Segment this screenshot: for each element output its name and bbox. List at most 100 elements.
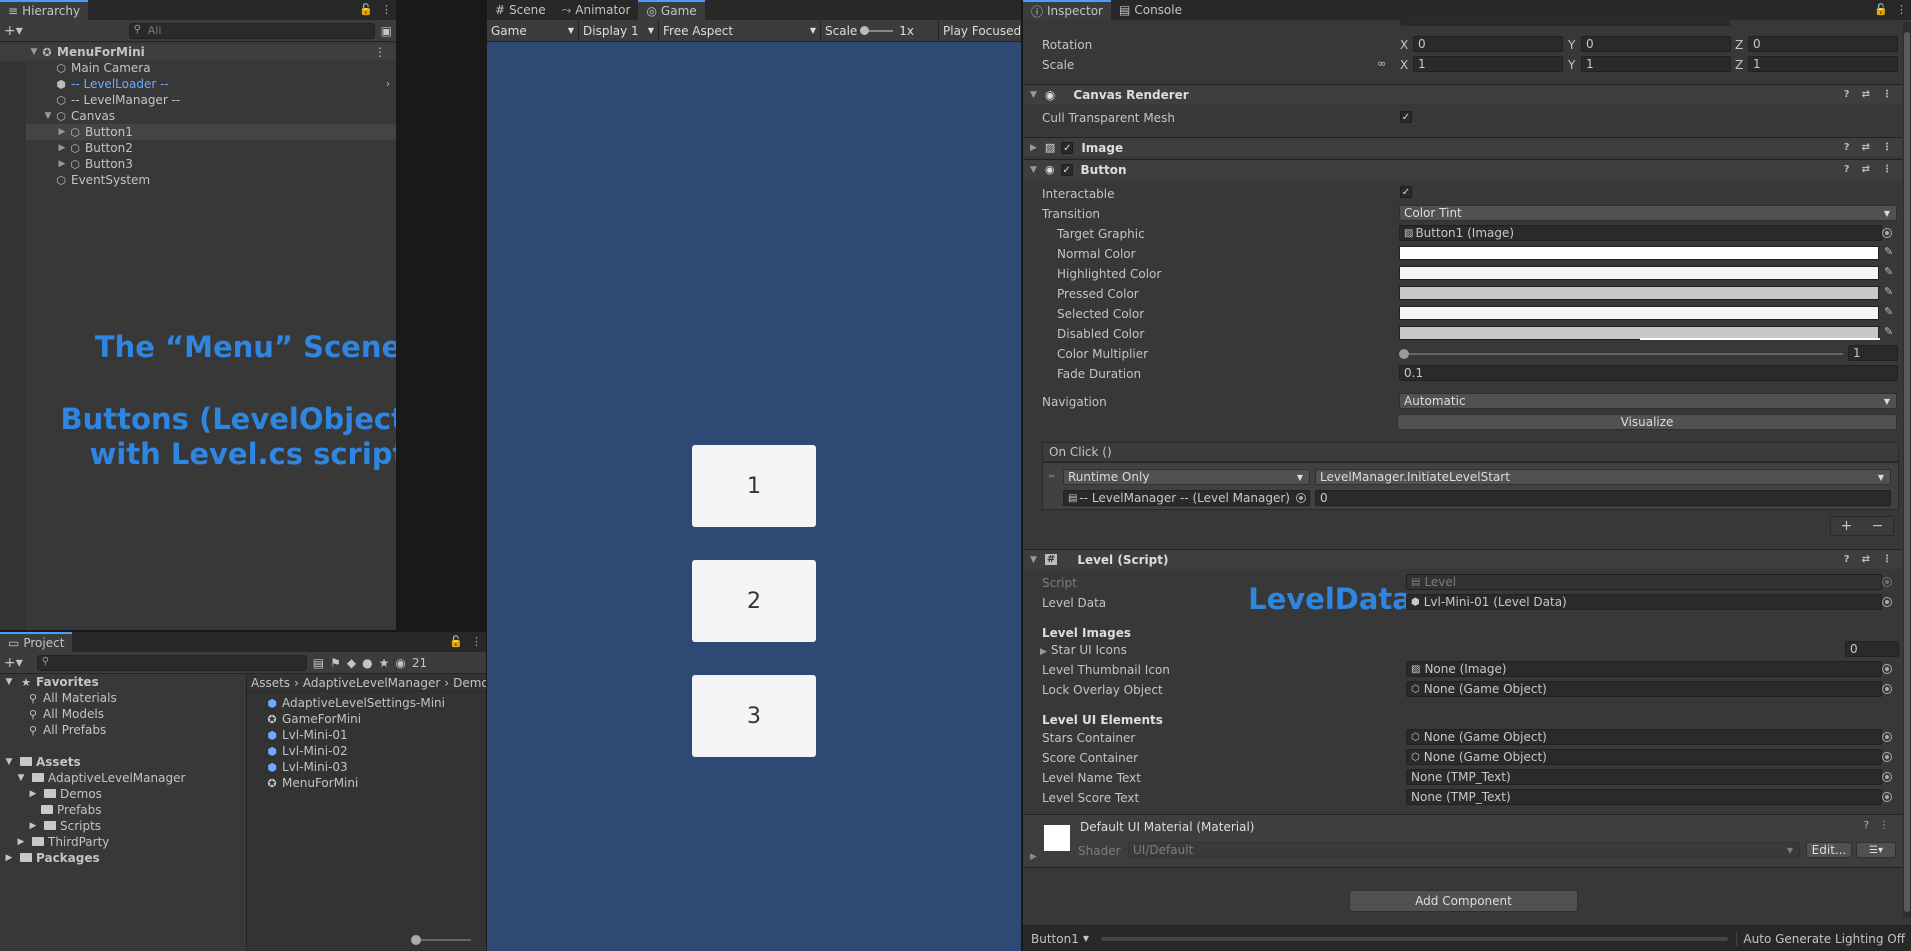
expand-arrow-icon[interactable]: ▼ xyxy=(2,757,16,767)
warning-icon[interactable]: ● xyxy=(362,656,372,670)
list-item[interactable]: ▼ ⬡ Canvas xyxy=(0,108,396,124)
object-picker-icon[interactable] xyxy=(1882,732,1892,742)
color-multiplier-slider[interactable] xyxy=(1399,349,1843,359)
scale-slider[interactable]: Scale 1x xyxy=(821,20,939,41)
tab-inspector[interactable]: ⓘ Inspector xyxy=(1023,0,1111,20)
edit-shader-button[interactable]: Edit... xyxy=(1806,842,1852,858)
onclick-argument-field[interactable]: 0 xyxy=(1315,490,1891,506)
scene-visibility-icon[interactable]: ▣ xyxy=(381,24,392,38)
list-item[interactable]: ⚲ All Materials xyxy=(0,690,246,706)
object-picker-icon[interactable] xyxy=(1882,664,1892,674)
list-item[interactable]: ▶ Packages xyxy=(0,850,246,866)
help-icon[interactable]: ? xyxy=(1844,142,1850,153)
add-button[interactable]: +▾ xyxy=(4,655,23,671)
expand-arrow-icon[interactable]: ▼ xyxy=(42,111,54,121)
more-icon[interactable]: ⋮ xyxy=(1882,89,1892,100)
game-button-1[interactable]: 1 xyxy=(692,445,816,527)
project-search-input[interactable]: ⚲ xyxy=(36,654,307,671)
help-icon[interactable]: ? xyxy=(1844,164,1850,175)
image-enabled-checkbox[interactable]: ✓ xyxy=(1061,141,1074,154)
list-item[interactable]: ▼ Assets xyxy=(0,754,246,770)
list-item[interactable]: ⬡ -- LevelManager -- xyxy=(0,92,396,108)
list-item[interactable]: ▶ ⬡ Button3 xyxy=(0,156,396,172)
object-picker-icon[interactable] xyxy=(1882,684,1892,694)
lock-icon[interactable]: 🔓 xyxy=(449,635,463,648)
expand-arrow-icon[interactable]: ▶ xyxy=(1030,143,1037,153)
object-picker-icon[interactable] xyxy=(1882,597,1892,607)
collapse-arrow-icon[interactable]: ▶ xyxy=(56,159,68,169)
lock-overlay-field[interactable]: ⬡ None (Game Object) xyxy=(1406,681,1882,697)
collapse-arrow-icon[interactable]: ▶ xyxy=(56,143,68,153)
eyedropper-icon[interactable]: ✎ xyxy=(1884,285,1893,298)
collapse-arrow-icon[interactable]: ▶ xyxy=(2,853,16,863)
object-picker-icon[interactable] xyxy=(1882,228,1892,238)
scale-y-field[interactable]: 1 xyxy=(1581,56,1731,72)
function-dropdown[interactable]: LevelManager.InitiateLevelStart ▼ xyxy=(1315,469,1891,485)
link-icon[interactable]: ∞ xyxy=(1377,57,1386,70)
star-icon[interactable]: ★ xyxy=(379,656,390,670)
eyedropper-icon[interactable]: ✎ xyxy=(1884,305,1893,318)
rotation-y-field[interactable]: 0 xyxy=(1581,36,1731,52)
preset-icon[interactable]: ⇄ xyxy=(1862,142,1870,153)
tab-scene[interactable]: # Scene xyxy=(487,0,554,20)
canvas-renderer-header[interactable]: ▼ ◉ Canvas Renderer ? ⇄ ⋮ xyxy=(1024,84,1902,104)
onclick-object-field[interactable]: ▤ -- LevelManager -- (Level Manager) xyxy=(1063,490,1310,506)
preset-icon[interactable]: ⇄ xyxy=(1862,89,1870,100)
normal-color-swatch[interactable] xyxy=(1399,246,1879,260)
star-icons-row[interactable]: ▶ Star UI Icons xyxy=(1040,643,1127,657)
more-icon[interactable]: ⋮ xyxy=(374,45,386,59)
list-item[interactable]: ▶ ThirdParty xyxy=(0,834,246,850)
collapse-arrow-icon[interactable]: ▼ xyxy=(1030,90,1037,100)
list-item[interactable]: ⬢ Lvl-Mini-01 xyxy=(265,727,486,743)
scene-row[interactable]: ▼ ✪ MenuForMini ⋮ xyxy=(0,44,396,60)
object-picker-icon[interactable] xyxy=(1882,792,1892,802)
object-picker-icon[interactable] xyxy=(1882,772,1892,782)
expand-arrow-icon[interactable]: ▼ xyxy=(28,47,40,57)
object-picker-icon[interactable] xyxy=(1296,493,1306,503)
cull-transparent-checkbox[interactable]: ✓ xyxy=(1400,111,1412,123)
shader-options-button[interactable]: ☰▾ xyxy=(1856,842,1896,858)
disabled-color-swatch[interactable] xyxy=(1399,326,1880,340)
more-icon[interactable]: ⋮ xyxy=(471,635,482,648)
more-icon[interactable]: ⋮ xyxy=(1882,164,1892,175)
tab-console[interactable]: ▤ Console xyxy=(1111,0,1190,20)
tab-animator[interactable]: ⤳ Animator xyxy=(554,0,639,20)
expand-arrow-icon[interactable]: ▶ xyxy=(1040,647,1047,657)
more-icon[interactable]: ⋮ xyxy=(1879,820,1889,831)
list-item[interactable]: ✪ GameForMini xyxy=(265,711,486,727)
list-item[interactable]: ▶ Scripts xyxy=(0,818,246,834)
filter-icon[interactable]: ◆ xyxy=(347,656,356,670)
collapse-arrow-icon[interactable]: ▶ xyxy=(14,837,28,847)
expand-arrow-icon[interactable]: ▼ xyxy=(2,677,16,687)
list-item[interactable]: ⬢ -- LevelLoader -- › xyxy=(0,76,396,92)
add-button[interactable]: +▾ xyxy=(4,23,23,39)
list-item[interactable]: ▶ Demos xyxy=(0,786,246,802)
list-item[interactable]: ⬡ EventSystem xyxy=(0,172,396,188)
tab-hierarchy[interactable]: ≡ Hierarchy xyxy=(0,0,89,20)
list-item[interactable]: ⬢ AdaptiveLevelSettings-Mini xyxy=(265,695,486,711)
highlighted-color-swatch[interactable] xyxy=(1399,266,1879,280)
rotation-x-field[interactable]: 0 xyxy=(1413,36,1563,52)
list-item[interactable]: ⚲ All Models xyxy=(0,706,246,722)
level-script-header[interactable]: ▼ # Level (Script) ? ⇄ ⋮ xyxy=(1024,549,1902,569)
display-dropdown[interactable]: Display 1 ▼ xyxy=(579,20,659,41)
expand-arrow-icon[interactable]: ▶ xyxy=(1030,852,1037,862)
fade-duration-field[interactable]: 0.1 xyxy=(1399,365,1898,381)
chevron-right-icon[interactable]: › xyxy=(386,79,390,90)
target-graphic-field[interactable]: ▨ Button1 (Image) xyxy=(1399,225,1882,241)
more-icon[interactable]: ⋮ xyxy=(381,3,392,16)
runtime-dropdown[interactable]: Runtime Only ▼ xyxy=(1063,469,1310,485)
lock-icon[interactable]: 🔓 xyxy=(359,3,373,16)
tab-game[interactable]: ◎ Game xyxy=(638,0,705,20)
collapse-arrow-icon[interactable]: ▼ xyxy=(1030,165,1037,175)
preset-icon[interactable]: ⇄ xyxy=(1862,554,1870,565)
list-item[interactable]: ▼ AdaptiveLevelManager xyxy=(0,770,246,786)
search-by-label-icon[interactable]: ⚑ xyxy=(330,656,341,670)
play-focused-dropdown[interactable]: Play Focused xyxy=(939,21,1021,41)
collapse-arrow-icon[interactable]: ▼ xyxy=(1030,555,1037,565)
list-item[interactable]: ▶ ⬡ Button2 xyxy=(0,140,396,156)
color-multiplier-field[interactable]: 1 xyxy=(1848,345,1898,361)
stars-container-field[interactable]: ⬡ None (Game Object) xyxy=(1406,729,1882,745)
thumbnail-icon-field[interactable]: ▨ None (Image) xyxy=(1406,661,1882,677)
selected-color-swatch[interactable] xyxy=(1399,306,1879,320)
